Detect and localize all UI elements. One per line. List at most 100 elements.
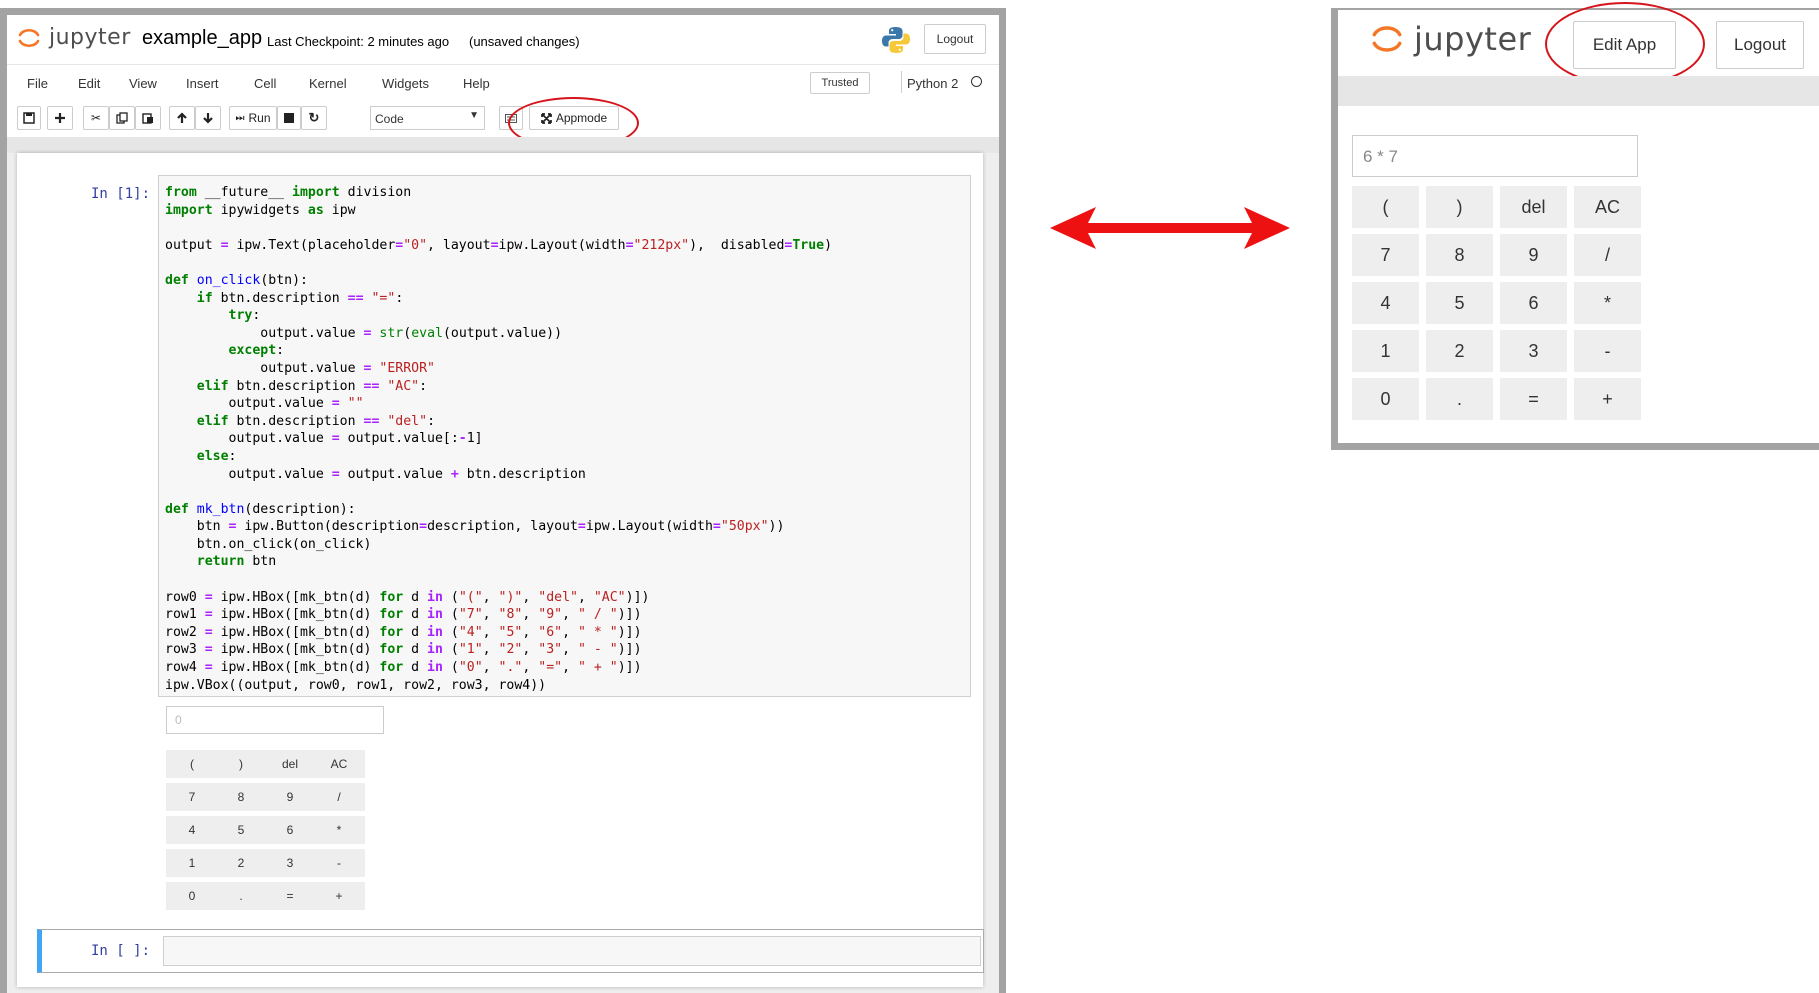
notebook-toolbar: ✂ ⏭ Run ↻ Code ▼ Appmode xyxy=(7,97,999,149)
jupyter-logo-icon xyxy=(18,28,40,47)
insert-cell-button[interactable] xyxy=(47,106,73,130)
code-cell-input[interactable]: from __future__ import division import i… xyxy=(158,175,971,697)
jupyter-logo[interactable]: jupyter xyxy=(1370,20,1531,58)
notebook-header: jupyter example_app Last Checkpoint: 2 m… xyxy=(7,15,999,61)
calc-button[interactable]: 7 xyxy=(1352,234,1419,276)
cell-type-select[interactable]: Code ▼ xyxy=(370,106,485,130)
arrow-up-icon xyxy=(177,112,187,123)
header-separator xyxy=(1338,76,1819,106)
calc-button[interactable]: 9 xyxy=(264,783,316,811)
calc-button[interactable]: 1 xyxy=(1352,330,1419,372)
plus-icon xyxy=(55,113,65,123)
calc-button[interactable]: 5 xyxy=(1426,282,1493,324)
interrupt-button[interactable] xyxy=(277,106,301,130)
calc-button[interactable]: 8 xyxy=(215,783,267,811)
calc-button[interactable]: ( xyxy=(1352,186,1419,228)
calc-button[interactable]: ) xyxy=(215,750,267,778)
arrow-down-icon xyxy=(203,113,213,124)
save-button[interactable] xyxy=(17,106,41,130)
step-forward-icon: ⏭ xyxy=(235,112,245,124)
jupyter-logo-text: jupyter xyxy=(49,25,131,50)
jupyter-logo-text: jupyter xyxy=(1414,20,1532,58)
autosave-status: (unsaved changes) xyxy=(469,34,580,49)
notebook-page: In [1]: from __future__ import division … xyxy=(17,153,984,987)
menu-file[interactable]: File xyxy=(27,76,48,91)
move-up-button[interactable] xyxy=(169,106,195,130)
menu-edit[interactable]: Edit xyxy=(78,76,100,91)
calc-button[interactable]: 3 xyxy=(264,849,316,877)
code-content[interactable]: from __future__ import division import i… xyxy=(165,184,832,694)
jupyter-logo[interactable]: jupyter xyxy=(17,25,131,50)
calc-button[interactable]: 3 xyxy=(1500,330,1567,372)
menu-widgets[interactable]: Widgets xyxy=(382,76,429,91)
cut-button[interactable]: ✂ xyxy=(83,106,109,130)
edit-app-highlight-circle xyxy=(1545,2,1705,86)
calc-button[interactable]: 1 xyxy=(166,849,218,877)
calc-button[interactable]: del xyxy=(264,750,316,778)
calc-button[interactable]: = xyxy=(1500,378,1567,420)
calc-button[interactable]: ) xyxy=(1426,186,1493,228)
calc-button[interactable]: 6 xyxy=(264,816,316,844)
calc-button[interactable]: 6 xyxy=(1500,282,1567,324)
calculator-output-field[interactable]: 6 * 7 xyxy=(1352,135,1638,177)
cell-prompt: In [1]: xyxy=(91,186,151,202)
copy-button[interactable] xyxy=(109,106,135,130)
calc-button[interactable]: 9 xyxy=(1500,234,1567,276)
run-button[interactable]: ⏭ Run xyxy=(229,106,277,130)
menu-cell[interactable]: Cell xyxy=(254,76,276,91)
checkpoint-status: Last Checkpoint: 2 minutes ago xyxy=(267,34,450,49)
menu-help[interactable]: Help xyxy=(463,76,490,91)
calc-button[interactable]: 8 xyxy=(1426,234,1493,276)
restart-button[interactable]: ↻ xyxy=(301,106,327,130)
menu-insert[interactable]: Insert xyxy=(186,76,219,91)
run-label: Run xyxy=(248,111,271,125)
calc-button[interactable]: - xyxy=(313,849,365,877)
calc-button[interactable]: = xyxy=(264,882,316,910)
selected-empty-cell[interactable] xyxy=(37,929,984,973)
calc-button[interactable]: 2 xyxy=(215,849,267,877)
calc-button[interactable]: 0 xyxy=(1352,378,1419,420)
calc-button[interactable]: AC xyxy=(1574,186,1641,228)
empty-cell-input[interactable] xyxy=(163,936,981,966)
paste-icon xyxy=(142,113,153,124)
double-headed-arrow-icon xyxy=(1050,207,1290,249)
calc-button[interactable]: . xyxy=(215,882,267,910)
logout-button[interactable]: Logout xyxy=(924,24,986,54)
python-logo-icon xyxy=(882,27,910,53)
calc-button[interactable]: 4 xyxy=(166,816,218,844)
menu-view[interactable]: View xyxy=(129,76,157,91)
cut-icon: ✂ xyxy=(90,111,102,125)
calc-button[interactable]: 7 xyxy=(166,783,218,811)
move-down-button[interactable] xyxy=(195,106,221,130)
calc-button[interactable]: 2 xyxy=(1426,330,1493,372)
calc-button[interactable]: / xyxy=(313,783,365,811)
menu-bar: File Edit View Insert Cell Kernel Widget… xyxy=(7,64,999,101)
kernel-name: Python 2 xyxy=(907,76,959,91)
notebook-title[interactable]: example_app xyxy=(142,27,262,50)
calc-button[interactable]: + xyxy=(313,882,365,910)
calc-button[interactable]: / xyxy=(1574,234,1641,276)
calc-button[interactable]: - xyxy=(1574,330,1641,372)
notebook-window: jupyter example_app Last Checkpoint: 2 m… xyxy=(0,8,1006,993)
refresh-icon: ↻ xyxy=(308,110,320,125)
calc-button[interactable]: 4 xyxy=(1352,282,1419,324)
calc-button[interactable]: ( xyxy=(166,750,218,778)
calc-button[interactable]: . xyxy=(1426,378,1493,420)
kernel-idle-icon xyxy=(971,76,982,87)
paste-button[interactable] xyxy=(135,106,161,130)
calc-button[interactable]: + xyxy=(1574,378,1641,420)
logout-button[interactable]: Logout xyxy=(1716,21,1804,69)
calc-button[interactable]: 5 xyxy=(215,816,267,844)
dropdown-caret-icon: ▼ xyxy=(469,110,479,121)
calculator-output-field[interactable]: 0 xyxy=(166,706,384,734)
menu-kernel[interactable]: Kernel xyxy=(309,76,347,91)
trusted-indicator[interactable]: Trusted xyxy=(810,72,870,94)
calc-button[interactable]: AC xyxy=(313,750,365,778)
calc-button[interactable]: * xyxy=(313,816,365,844)
calc-button[interactable]: 0 xyxy=(166,882,218,910)
calc-button[interactable]: del xyxy=(1500,186,1567,228)
notebook-body: In [1]: from __future__ import division … xyxy=(7,153,999,993)
header-separator xyxy=(7,137,999,153)
calc-button[interactable]: * xyxy=(1574,282,1641,324)
appmode-window: jupyter Edit App Logout 6 * 7 () del AC 7 8 9… xyxy=(1331,2,1819,450)
